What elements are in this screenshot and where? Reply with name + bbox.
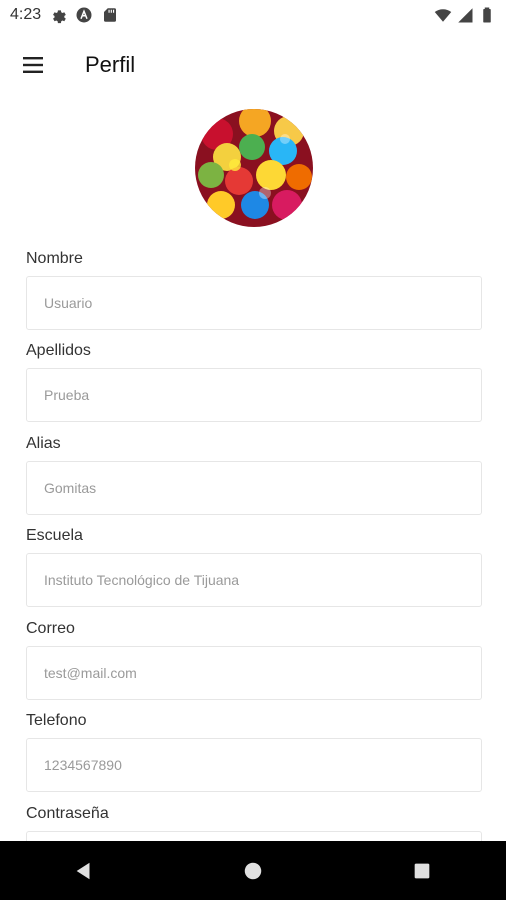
page-title: Perfil — [85, 52, 136, 77]
telefono-input[interactable] — [42, 756, 481, 774]
field-box — [26, 368, 482, 422]
field-alias: Alias — [0, 425, 506, 517]
correo-input[interactable] — [42, 664, 481, 682]
field-box — [26, 461, 482, 515]
field-box — [26, 553, 482, 607]
field-box — [26, 646, 482, 700]
settings-icon — [49, 6, 67, 24]
field-escuela: Escuela — [0, 517, 506, 609]
recents-icon[interactable] — [392, 841, 452, 900]
a-badge-icon — [75, 6, 93, 24]
app-bar: Perfil — [0, 30, 506, 100]
signal-icon — [456, 6, 474, 24]
battery-icon — [478, 6, 496, 24]
profile-screen: 4:23 Perfil Nombre Usuario Apellidos Pru… — [0, 0, 506, 900]
field-nombre: Nombre — [0, 240, 506, 332]
gummy-bears-avatar — [195, 109, 313, 227]
field-label: Alias — [26, 435, 61, 452]
profile-avatar[interactable] — [195, 109, 313, 227]
field-label: Nombre — [26, 250, 83, 267]
status-time: 4:23 — [10, 6, 42, 23]
hamburger-menu-icon[interactable] — [11, 43, 55, 87]
field-label: Apellidos — [26, 342, 91, 359]
status-left: 4:23 — [10, 6, 119, 24]
back-icon[interactable] — [54, 841, 114, 900]
home-icon[interactable] — [223, 841, 283, 900]
field-box — [26, 276, 482, 330]
field-apellidos: Apellidos — [0, 332, 506, 424]
field-label: Correo — [26, 620, 75, 637]
field-correo: Correo — [0, 610, 506, 702]
status-bar: 4:23 — [0, 0, 506, 30]
alias-input[interactable] — [42, 479, 481, 497]
field-label: Telefono — [26, 712, 87, 729]
field-label: Contraseña — [26, 805, 109, 822]
apellidos-input[interactable] — [42, 386, 481, 404]
sd-card-icon — [101, 6, 119, 24]
escuela-input[interactable] — [42, 571, 481, 589]
nombre-input[interactable] — [42, 294, 481, 312]
field-telefono: Telefono — [0, 702, 506, 794]
field-label: Escuela — [26, 527, 83, 544]
status-right — [434, 6, 496, 24]
wifi-icon — [434, 6, 452, 24]
field-box — [26, 738, 482, 792]
system-nav-bar — [0, 841, 506, 900]
